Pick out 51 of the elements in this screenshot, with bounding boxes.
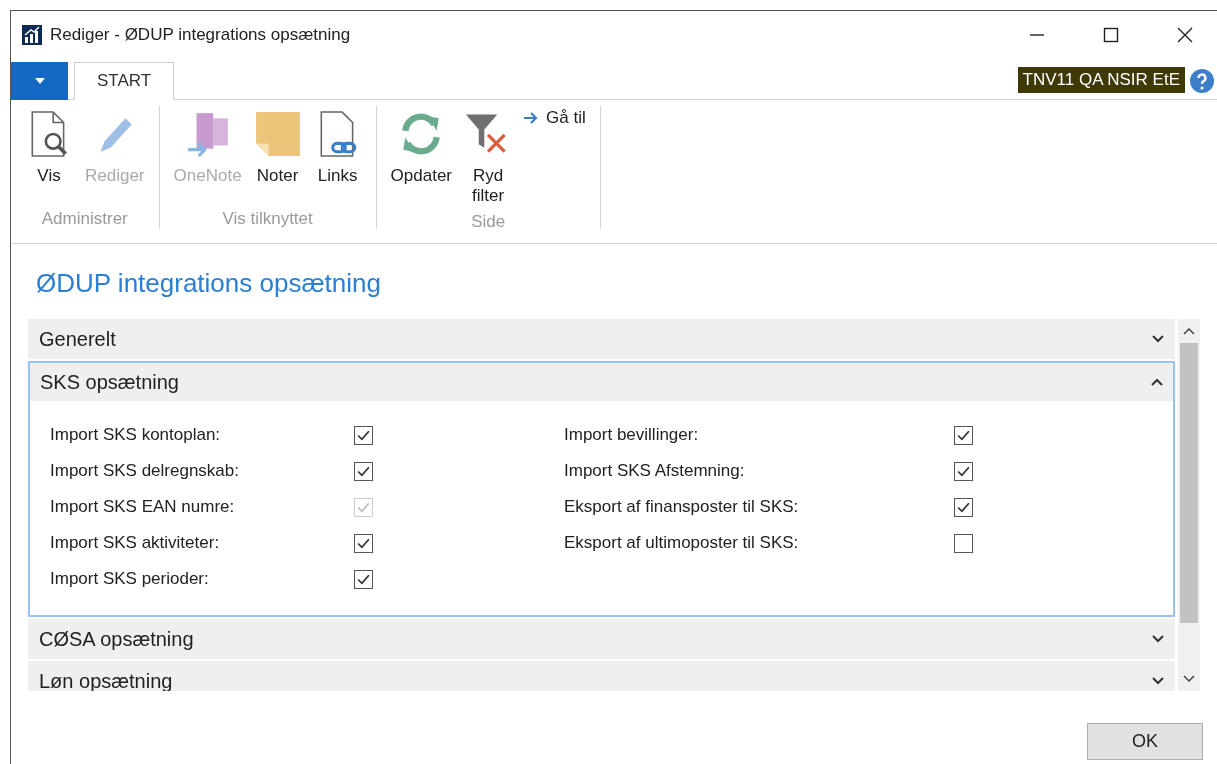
ribbon-tab[interactable]: START [74,62,175,100]
field-label: Import bevillinger: [564,425,700,445]
caret-icon [34,78,45,84]
field-label: Import SKS kontoplan: [50,425,222,445]
field-label: Eksport af ultimoposter til SKS: [564,533,800,553]
ribbon-button[interactable]: Links [309,106,366,190]
ribbon-button[interactable]: Ryd filter [460,106,517,210]
fasttab-header[interactable]: Løn opsætning [28,661,1175,691]
field-label: Import SKS delregnskab: [50,461,240,481]
ribbon-button[interactable]: Noter [249,106,306,190]
ok-button[interactable]: OK [1087,723,1203,760]
ribbon-group-label: Administrer [41,209,128,229]
ribbon-group-label: Vis tilknyttet [222,209,313,229]
fasttab-title[interactable]: Generelt [39,327,116,351]
field-label: Import SKS perioder: [50,569,210,589]
page-title: ØDUP integrations opsætning [36,268,382,299]
scroll-up-icon[interactable] [1183,327,1195,335]
company-badge: TNV11 QA NSIR EtE [1017,67,1185,93]
ribbon-button[interactable]: Gå til [520,106,590,130]
checkbox[interactable] [354,425,373,445]
scroll-down-icon[interactable] [1183,675,1195,683]
chevron-icon[interactable] [1152,677,1164,685]
chevron-icon[interactable] [1151,378,1163,386]
checkbox[interactable] [354,461,373,481]
maximize-icon[interactable] [1103,27,1119,43]
chevron-icon[interactable] [1152,335,1164,343]
window-title: Rediger - ØDUP integrations opsætning [50,25,351,45]
ribbon-group-label: Side [471,212,506,232]
sticky-note-icon [253,110,302,158]
fasttab-title[interactable]: Løn opsætning [39,669,173,691]
fasttab-header[interactable]: CØSA opsætning [28,619,1175,659]
field-label: Import SKS EAN numre: [50,497,236,517]
checkbox[interactable] [354,569,373,589]
help-icon[interactable] [1190,69,1214,93]
checkbox[interactable] [954,533,973,553]
fasttab-title[interactable]: SKS opsætning [40,370,179,394]
scrollbar[interactable] [1178,319,1200,691]
field-label: Eksport af finansposter til SKS: [564,497,800,517]
ribbon-button[interactable]: Vis [21,106,77,190]
checkbox[interactable] [954,425,973,445]
chevron-icon[interactable] [1152,635,1164,643]
app-logo-icon [22,25,42,45]
checkbox[interactable] [954,497,973,517]
checkbox[interactable] [354,533,373,553]
ribbon-button[interactable]: Opdater [386,106,457,190]
fasttab-title[interactable]: CØSA opsætning [39,627,194,651]
field-label: Import SKS aktiviteter: [50,533,221,553]
checkbox[interactable] [954,461,973,481]
fasttab-header[interactable]: Generelt [28,319,1175,359]
close-icon[interactable] [1177,27,1193,43]
field-label: Import SKS Afstemning: [564,461,746,481]
